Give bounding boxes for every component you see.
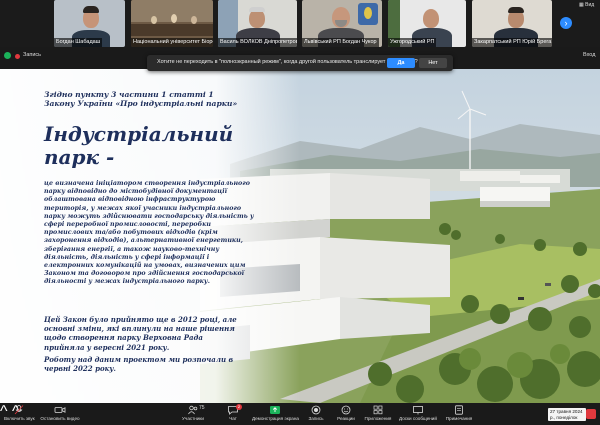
record-button[interactable]: Запись: [304, 405, 328, 421]
meeting-toolbar: Включить звук ^ Остановить видео ^ Участ…: [0, 403, 600, 425]
apps-label: Приложения: [364, 416, 392, 421]
whiteboards-label: Доски сообщений: [399, 416, 437, 421]
apps-button[interactable]: Приложения: [362, 405, 394, 421]
whiteboards-button[interactable]: Доски сообщений: [398, 405, 438, 421]
exit-fullscreen-button[interactable]: Вход: [583, 52, 595, 58]
slide-law-note: Цей Закон було прийнято ще в 2012 році, …: [44, 315, 237, 352]
slide-intro: Згідно пункту 3 частини 1 статті 1 Закон…: [44, 90, 238, 109]
participants-count: 75: [199, 405, 205, 411]
participant-name: Національний університет Біорес...: [131, 38, 213, 47]
participant-tile[interactable]: Закарпатський РП Юрій Брега: [472, 0, 552, 47]
shared-screen: Згідно пункту 3 частини 1 статті 1 Закон…: [0, 69, 600, 403]
participants-label: Участники: [182, 416, 204, 421]
record-label: Запись: [308, 416, 324, 421]
participant-name: Львівський РП Богдан Чукор: [302, 38, 379, 47]
participant-tile[interactable]: Богдан Шабадаш: [54, 0, 125, 47]
security-shield-icon[interactable]: [4, 52, 11, 59]
recording-label[interactable]: Запись: [23, 52, 41, 58]
stop-video-button[interactable]: Остановить видео: [40, 405, 80, 421]
participant-tile[interactable]: Василь ВОЛКОВ Дніпропетровсь...: [218, 0, 297, 47]
slide-text-panel: Згідно пункту 3 частини 1 статті 1 Закон…: [0, 69, 254, 403]
end-meeting-button[interactable]: [586, 409, 596, 419]
share-screen-label: Демонстрация экрана: [252, 416, 299, 421]
microphone-muted-icon: [14, 405, 24, 415]
unmute-label: Включить звук: [4, 416, 35, 421]
video-camera-icon: [54, 407, 66, 413]
notes-icon: [455, 405, 463, 415]
stop-video-label: Остановить видео: [40, 416, 80, 421]
participant-name: Закарпатський РП Юрій Брега: [472, 38, 552, 47]
view-button[interactable]: ▦ Вид: [579, 2, 594, 8]
notes-label: Примечания: [445, 416, 473, 421]
participant-name: Василь ВОЛКОВ Дніпропетровсь...: [218, 38, 297, 47]
participant-tile[interactable]: Ужгородський РП: [388, 0, 466, 47]
reactions-label: Реакции: [337, 416, 355, 421]
smiley-icon: [341, 405, 351, 415]
chat-unread-badge: 2: [236, 404, 242, 410]
whiteboard-icon: [413, 406, 423, 415]
participant-strip: Богдан Шабадаш Національний університет …: [0, 0, 600, 47]
slide-heading: Індустріальний парк -: [44, 122, 234, 169]
reactions-button[interactable]: Реакции: [334, 405, 358, 421]
participant-tile[interactable]: Національний університет Біорес...: [131, 0, 213, 47]
participant-name: Богдан Шабадаш: [54, 38, 103, 47]
share-screen-button[interactable]: Демонстрация экрана: [252, 405, 299, 421]
chat-label: Чат: [229, 416, 237, 421]
participant-tile[interactable]: Львівський РП Богдан Чукор: [302, 0, 382, 47]
prompt-yes-button[interactable]: Да: [387, 58, 415, 68]
record-icon: [311, 405, 321, 415]
participants-icon: [188, 405, 198, 415]
share-screen-icon: [270, 406, 280, 414]
unmute-button[interactable]: Включить звук: [4, 405, 35, 421]
participant-name: Ужгородський РП: [388, 38, 437, 47]
prompt-text: Хотите не переходить в "полноэкранный ре…: [157, 59, 418, 65]
date-tooltip: 27 травня 2024 р., понеділок: [548, 408, 586, 421]
recording-indicator-icon: [15, 54, 20, 59]
view-label: Вид: [585, 2, 595, 8]
slide-project-note: Роботу над даним проектом ми розпочали в…: [44, 355, 234, 374]
apps-grid-icon: [373, 405, 383, 415]
prompt-no-button[interactable]: Нет: [419, 58, 447, 68]
notes-button[interactable]: Примечания: [442, 405, 476, 421]
chevron-right-icon[interactable]: ›: [560, 17, 572, 29]
slide-definition: це визначена ініціатором створення індус…: [44, 180, 254, 286]
